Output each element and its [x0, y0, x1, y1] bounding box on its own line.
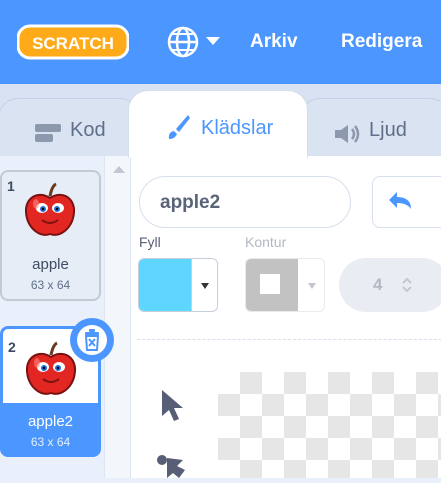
costume-name: apple2	[27, 413, 74, 430]
paint-editor: apple2 Fyll Kontur 4	[131, 156, 441, 478]
trash-icon	[77, 325, 107, 355]
outline-swatch-inner	[260, 274, 280, 294]
stepper-arrows-icon[interactable]	[401, 276, 413, 299]
tab-code-label: Kod	[70, 119, 106, 141]
delete-costume-button[interactable]	[70, 318, 114, 362]
speaker-icon	[333, 123, 361, 150]
costume-number: 2	[8, 339, 16, 355]
globe-icon[interactable]	[166, 25, 200, 64]
costume-size: 63 x 64	[30, 435, 71, 449]
menu-bar: SCRATCH Arkiv Redigera	[0, 0, 441, 84]
fill-color-picker[interactable]	[138, 258, 218, 312]
outline-color-swatch	[246, 259, 298, 311]
apple-thumbnail	[22, 182, 78, 240]
fill-label: Fyll	[139, 234, 161, 250]
costume-size: 63 x 64	[30, 278, 71, 292]
tab-code[interactable]: Kod	[0, 98, 140, 158]
tab-costumes[interactable]: Klädslar	[128, 90, 308, 158]
costume-name: apple	[32, 256, 69, 273]
costume-item[interactable]: 1 apple 63 x 64	[0, 170, 101, 301]
file-menu[interactable]: Arkiv	[250, 31, 298, 53]
fill-dropdown-caret-icon	[201, 283, 209, 289]
toolbar-divider	[137, 339, 441, 340]
language-dropdown-caret-icon[interactable]	[206, 37, 220, 45]
fill-divider	[191, 259, 192, 311]
drawing-canvas[interactable]	[218, 372, 441, 478]
undo-icon	[387, 191, 415, 218]
tab-costumes-label: Klädslar	[201, 117, 274, 139]
apple-thumbnail	[23, 341, 79, 399]
outline-dropdown-caret-icon	[308, 283, 316, 289]
logo-text: SCRATCH	[32, 34, 114, 53]
paintbrush-icon	[165, 113, 191, 146]
outline-width-input[interactable]: 4	[339, 258, 441, 312]
undo-button[interactable]	[372, 176, 441, 228]
tab-sounds[interactable]: Ljud	[300, 98, 441, 158]
costume-number: 1	[7, 178, 15, 194]
costume-name-input[interactable]: apple2	[139, 176, 351, 228]
edit-menu[interactable]: Redigera	[341, 31, 422, 53]
editor-tabs: Kod Ljud Klädslar	[0, 84, 441, 158]
outline-label: Kontur	[245, 234, 287, 250]
scroll-up-arrow-icon[interactable]	[113, 166, 125, 173]
fill-color-swatch	[139, 259, 191, 311]
outline-color-picker[interactable]	[245, 258, 325, 312]
outline-width-value: 4	[373, 275, 383, 294]
costume-list-scrollbar[interactable]	[104, 156, 131, 478]
select-tool-icon[interactable]	[159, 388, 187, 429]
code-blocks-icon	[33, 123, 63, 148]
tab-sounds-label: Ljud	[369, 119, 407, 141]
scratch-logo[interactable]: SCRATCH	[16, 24, 130, 60]
